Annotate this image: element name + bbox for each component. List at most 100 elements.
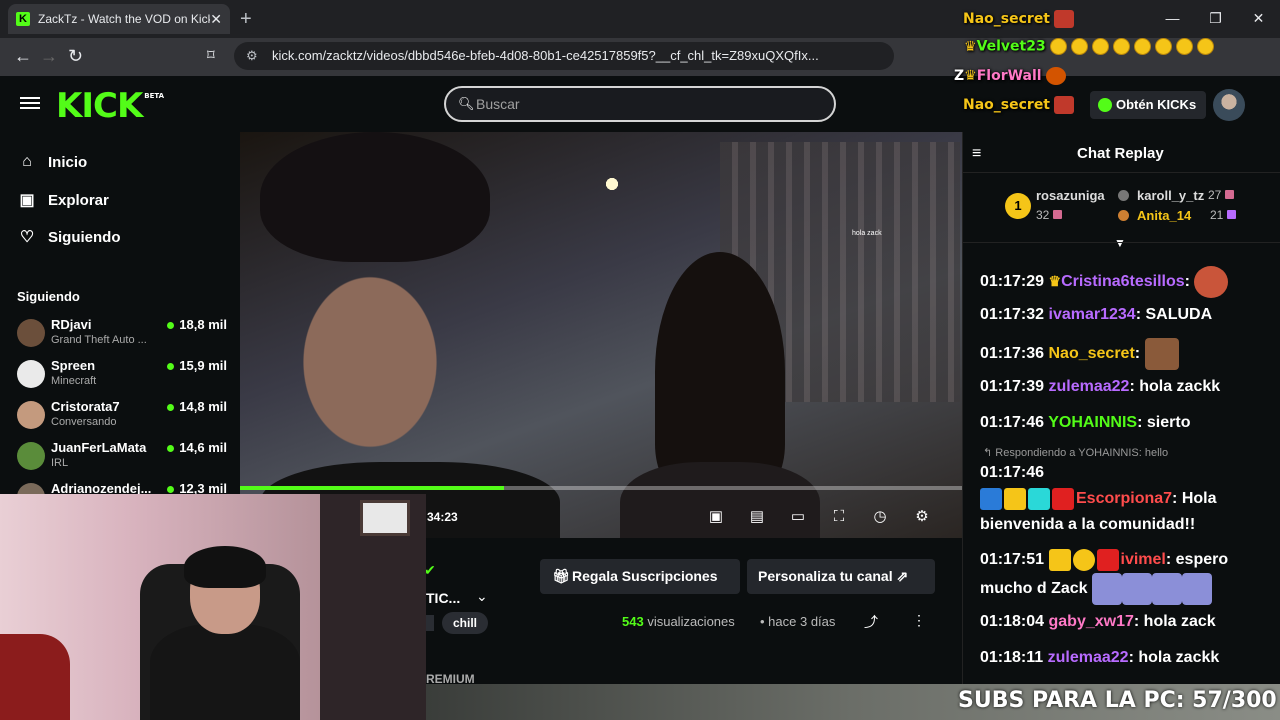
progress-fill: [240, 486, 505, 490]
channel-category: IRL: [51, 457, 69, 469]
fullscreen-icon[interactable]: ⛶: [830, 508, 848, 526]
address-bar[interactable]: ⚙ kick.com/zacktz/videos/dbbd546e-bfeb-4…: [234, 42, 894, 70]
sidebar-item-label: Explorar: [48, 191, 109, 209]
sidebar-item-home[interactable]: ⌂ Inicio: [18, 149, 87, 175]
sidebar-item-label: Siguiendo: [48, 228, 121, 246]
channel-viewers: 14,6 mil: [167, 440, 227, 455]
external-link-icon: ⇗: [896, 568, 909, 584]
user-avatar[interactable]: [1213, 89, 1245, 121]
share-icon[interactable]: ⤴: [864, 612, 878, 632]
crown-badge-icon: ♛: [964, 38, 977, 55]
video-time: 34:23: [427, 510, 458, 524]
emote-icon: [1092, 573, 1123, 605]
top-gifter-name[interactable]: karoll_y_tz: [1137, 188, 1204, 203]
webcam-person: [184, 546, 266, 588]
emote-icon: [1194, 266, 1229, 298]
back-icon[interactable]: ←: [14, 46, 32, 67]
search-input[interactable]: 🔍︎ Buscar: [444, 86, 836, 122]
chevron-down-icon[interactable]: ⌄: [476, 588, 488, 605]
site-info-icon[interactable]: ⚙: [246, 42, 258, 70]
miniplayer-icon[interactable]: ▣: [707, 508, 725, 526]
channel-avatar: [17, 442, 45, 470]
get-kicks-button[interactable]: Obtén KICKs: [1090, 91, 1206, 119]
video-progress-bar[interactable]: [240, 486, 962, 490]
chat-message: 01:18:11 zulemaa22: hola zackk: [980, 649, 1220, 666]
search-placeholder: Buscar: [476, 96, 520, 112]
channel-avatar: [17, 401, 45, 429]
channel-viewers: 14,8 mil: [167, 399, 227, 414]
channel-viewers: 18,8 mil: [167, 317, 227, 332]
webcam-red-object: [0, 634, 70, 720]
crown-badge-icon: [1004, 487, 1026, 510]
emote-icon: [1045, 67, 1066, 85]
url-text: kick.com/zacktz/videos/dbbd546e-bfeb-4d0…: [272, 48, 819, 63]
video-title: TIC...: [426, 590, 461, 606]
sidebar-item-label: Inicio: [48, 153, 88, 171]
top-gifter-count: 27: [1208, 188, 1235, 202]
browse-icon: ▣: [19, 192, 35, 209]
laugh-emoji-icon: [1196, 38, 1214, 55]
tag-pill[interactable]: chill: [442, 612, 489, 634]
theater-mode-icon[interactable]: ▭: [789, 508, 807, 526]
settings-gear-icon[interactable]: ⚙: [913, 508, 931, 526]
channel-avatar: [17, 319, 45, 347]
browser-tab-bar: K ZackTz - Watch the VOD on Kick ✕ + — ❐…: [0, 0, 1280, 38]
expand-pinned-icon[interactable]: ▼: [1114, 236, 1126, 250]
followed-channel[interactable]: JuanFerLaMata IRL 14,6 mil: [17, 440, 227, 480]
search-icon: 🔍︎: [458, 96, 475, 111]
top-gifter-count: 21: [1210, 208, 1237, 222]
get-kicks-label: Obtén KICKs: [1116, 97, 1197, 112]
customize-channel-label: Personaliza tu canal: [758, 568, 893, 584]
top-gifter-name[interactable]: rosazuniga: [1036, 188, 1105, 203]
sidebar-item-following[interactable]: ♡ Siguiendo: [18, 224, 121, 250]
alert-line: ♛Velvet23: [964, 38, 1214, 55]
channel-category: Grand Theft Auto ...: [51, 334, 147, 346]
new-tab-icon[interactable]: +: [240, 8, 252, 31]
kick-logo[interactable]: KICK BETA: [56, 86, 164, 126]
laugh-emoji-icon: [1133, 38, 1151, 55]
close-tab-icon[interactable]: ✕: [210, 11, 222, 28]
forward-icon[interactable]: →: [40, 46, 58, 67]
following-section-title: Siguiendo: [17, 289, 80, 304]
collapse-chat-icon[interactable]: ≡: [972, 145, 981, 163]
badge-icon: [1028, 487, 1050, 510]
channel-name: JuanFerLaMata: [51, 440, 147, 455]
heart-icon: ♡: [19, 229, 35, 246]
more-options-icon[interactable]: ⋮: [912, 612, 926, 629]
maximize-icon[interactable]: ❐: [1194, 0, 1237, 38]
chat-message: 01:17:46 YOHAINNIS: sierto: [980, 414, 1191, 431]
gift-subs-label: Regala Suscripciones: [572, 568, 718, 584]
top-gifter-name[interactable]: Anita_14: [1137, 208, 1191, 223]
rank-2-badge-icon: [1118, 190, 1129, 201]
minimize-icon[interactable]: —: [1151, 0, 1194, 38]
window-controls: — ❐ ✕: [1151, 0, 1280, 38]
laugh-emoji-icon: [1091, 38, 1109, 55]
badge-icon: [980, 487, 1002, 510]
chat-message: 01:17:39 zulemaa22: hola zackk: [980, 378, 1221, 395]
menu-icon[interactable]: [20, 94, 40, 114]
sidebar-item-browse[interactable]: ▣ Explorar: [18, 187, 109, 213]
bookmark-icon[interactable]: ⌑: [207, 46, 215, 64]
clip-icon[interactable]: ▤: [748, 508, 766, 526]
followed-channel[interactable]: RDjavi Grand Theft Auto ... 18,8 mil: [17, 317, 227, 357]
reply-context: ↰ Respondiendo a YOHAINNIS: hello: [983, 447, 1169, 459]
followed-channel[interactable]: Cristorata7 Conversando 14,8 mil: [17, 399, 227, 439]
laugh-emoji-icon: [1175, 38, 1193, 55]
subs-goal-text: SUBS PARA LA PC: 57/300: [958, 688, 1277, 713]
gift-subs-button[interactable]: 🎁︎ Regala Suscripciones: [540, 559, 740, 594]
followed-channel[interactable]: Spreen Minecraft 15,9 mil: [17, 358, 227, 398]
reload-icon[interactable]: ↻: [68, 46, 83, 67]
webcam-person: [150, 624, 300, 720]
badge-icon: [1052, 487, 1074, 510]
gift-icon: 🎁︎: [552, 568, 570, 584]
video-player[interactable]: hola zack: [240, 132, 962, 538]
playback-speed-icon[interactable]: ◷: [871, 508, 889, 526]
close-window-icon[interactable]: ✕: [1237, 0, 1280, 38]
channel-category: Minecraft: [51, 375, 97, 387]
laugh-emoji-icon: [1112, 38, 1130, 55]
customize-channel-button[interactable]: Personaliza tu canal ⇗: [747, 559, 935, 594]
browser-tab[interactable]: K ZackTz - Watch the VOD on Kick ✕: [8, 4, 230, 34]
chat-message: 01:17:32 ivamar1234: SALUDA: [980, 306, 1213, 323]
badge-icon: [1096, 548, 1119, 571]
top-gifter-rank-badge: 1: [1005, 193, 1031, 219]
